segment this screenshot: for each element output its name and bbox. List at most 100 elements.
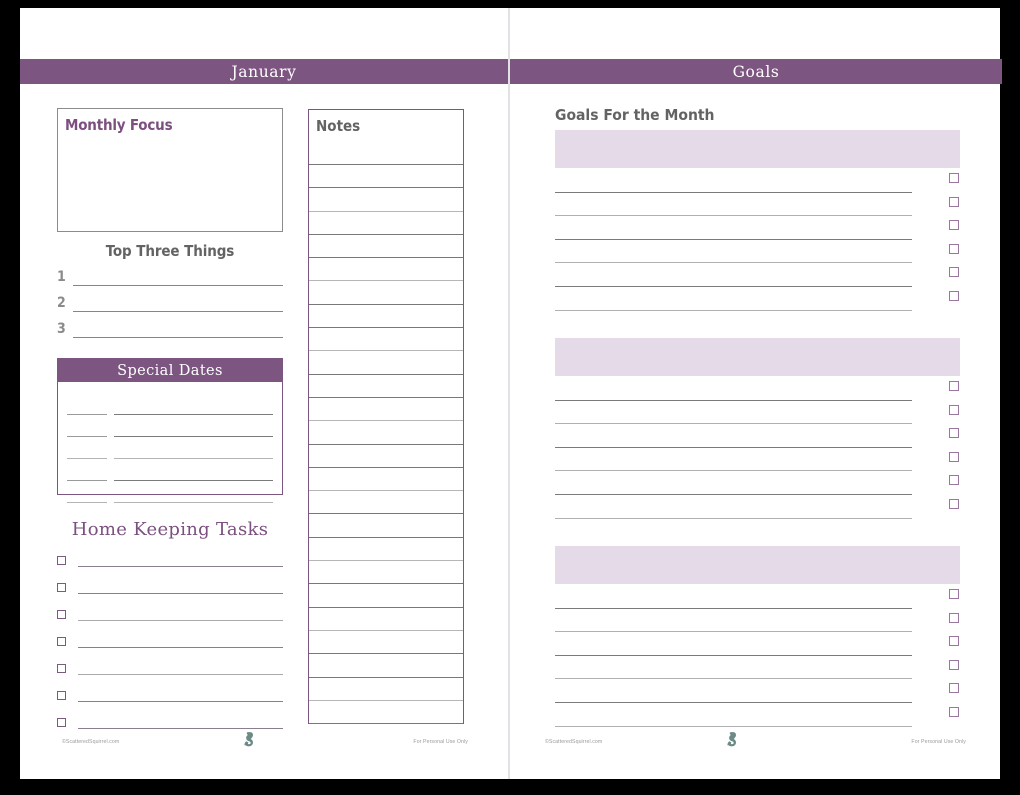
goal-row[interactable] [555, 263, 960, 287]
home-keeping-task-row[interactable] [57, 651, 283, 675]
notes-write-line[interactable] [309, 187, 463, 210]
home-keeping-write-line[interactable] [78, 728, 283, 729]
goal-row[interactable] [555, 216, 960, 240]
checkbox-icon[interactable] [949, 220, 959, 231]
notes-write-line[interactable] [309, 653, 463, 676]
goal-row[interactable] [555, 193, 960, 217]
goal-title-block[interactable] [555, 338, 960, 376]
checkbox-icon[interactable] [949, 451, 959, 462]
top-three-row[interactable]: 2 [57, 289, 283, 312]
checkbox-icon[interactable] [949, 243, 959, 254]
home-keeping-task-row[interactable] [57, 570, 283, 594]
home-keeping-write-line[interactable] [78, 647, 283, 648]
checkbox-icon[interactable] [949, 381, 959, 391]
goal-row[interactable] [555, 287, 960, 311]
notes-write-line[interactable] [309, 629, 463, 653]
notes-write-line[interactable] [309, 676, 463, 700]
goal-row[interactable] [555, 377, 960, 401]
home-keeping-task-row[interactable] [57, 624, 283, 648]
goal-write-line[interactable] [555, 725, 912, 727]
special-date-text-line[interactable] [114, 414, 273, 415]
notes-write-line[interactable] [309, 350, 463, 373]
home-keeping-task-row[interactable] [57, 597, 283, 621]
special-date-date-line[interactable] [67, 458, 107, 459]
monthly-focus-box[interactable]: Monthly Focus [57, 108, 283, 232]
special-date-text-line[interactable] [114, 480, 273, 481]
goal-row[interactable] [555, 448, 960, 472]
goal-row[interactable] [555, 471, 960, 495]
goal-row[interactable] [555, 632, 960, 656]
top-three-row[interactable]: 1 [57, 263, 283, 286]
checkbox-icon[interactable] [949, 196, 959, 207]
top-three-row[interactable]: 3 [57, 315, 283, 338]
special-date-text-line[interactable] [114, 502, 273, 503]
notes-write-line[interactable] [309, 513, 463, 536]
checkbox-icon[interactable] [57, 610, 66, 619]
checkbox-icon[interactable] [57, 718, 66, 727]
home-keeping-write-line[interactable] [78, 593, 283, 594]
special-date-row[interactable] [67, 393, 273, 415]
notes-write-line[interactable] [309, 443, 463, 467]
notes-box[interactable]: Notes [308, 109, 464, 725]
checkbox-icon[interactable] [949, 683, 959, 694]
goal-title-block[interactable] [555, 130, 960, 168]
checkbox-icon[interactable] [949, 636, 959, 647]
top-three-write-line[interactable] [73, 337, 283, 338]
checkbox-icon[interactable] [949, 706, 959, 717]
goal-row[interactable] [555, 424, 960, 448]
checkbox-icon[interactable] [949, 428, 959, 439]
checkbox-icon[interactable] [57, 691, 66, 700]
notes-write-line[interactable] [309, 257, 463, 280]
goal-write-line[interactable] [555, 309, 912, 311]
special-date-date-line[interactable] [67, 502, 107, 503]
home-keeping-write-line[interactable] [78, 620, 283, 621]
special-date-text-line[interactable] [114, 458, 273, 459]
checkbox-icon[interactable] [949, 290, 959, 301]
notes-write-line[interactable] [309, 327, 463, 350]
notes-write-line[interactable] [309, 303, 463, 327]
goal-row[interactable] [555, 495, 960, 519]
notes-write-line[interactable] [309, 420, 463, 443]
notes-write-line[interactable] [309, 583, 463, 606]
notes-write-line[interactable] [309, 396, 463, 420]
home-keeping-write-line[interactable] [78, 566, 283, 567]
checkbox-icon[interactable] [57, 556, 66, 565]
checkbox-icon[interactable] [57, 664, 66, 673]
top-three-write-line[interactable] [73, 285, 283, 286]
checkbox-icon[interactable] [57, 583, 66, 592]
notes-write-line[interactable] [309, 280, 463, 303]
goal-row[interactable] [555, 703, 960, 727]
goal-row[interactable] [555, 401, 960, 425]
checkbox-icon[interactable] [949, 659, 959, 670]
special-date-row[interactable] [67, 415, 273, 437]
notes-write-line[interactable] [309, 699, 463, 723]
special-date-row[interactable] [67, 481, 273, 503]
checkbox-icon[interactable] [949, 612, 959, 623]
home-keeping-write-line[interactable] [78, 674, 283, 675]
goal-row[interactable] [555, 169, 960, 193]
goal-row[interactable] [555, 609, 960, 633]
checkbox-icon[interactable] [949, 498, 959, 509]
top-three-write-line[interactable] [73, 311, 283, 312]
notes-write-line[interactable] [309, 233, 463, 257]
goal-row[interactable] [555, 240, 960, 264]
checkbox-icon[interactable] [949, 267, 959, 278]
special-date-date-line[interactable] [67, 480, 107, 481]
notes-write-line[interactable] [309, 466, 463, 490]
notes-write-line[interactable] [309, 536, 463, 560]
notes-write-line[interactable] [309, 490, 463, 513]
goal-row[interactable] [555, 585, 960, 609]
home-keeping-write-line[interactable] [78, 701, 283, 702]
notes-write-line[interactable] [309, 560, 463, 583]
home-keeping-task-row[interactable] [57, 678, 283, 702]
checkbox-icon[interactable] [57, 637, 66, 646]
special-date-row[interactable] [67, 459, 273, 481]
special-date-row[interactable] [67, 437, 273, 459]
home-keeping-task-row[interactable] [57, 705, 283, 729]
goal-row[interactable] [555, 679, 960, 703]
special-date-text-line[interactable] [114, 436, 273, 437]
goal-row[interactable] [555, 656, 960, 680]
checkbox-icon[interactable] [949, 475, 959, 486]
goal-write-line[interactable] [555, 517, 912, 519]
notes-write-line[interactable] [309, 606, 463, 630]
